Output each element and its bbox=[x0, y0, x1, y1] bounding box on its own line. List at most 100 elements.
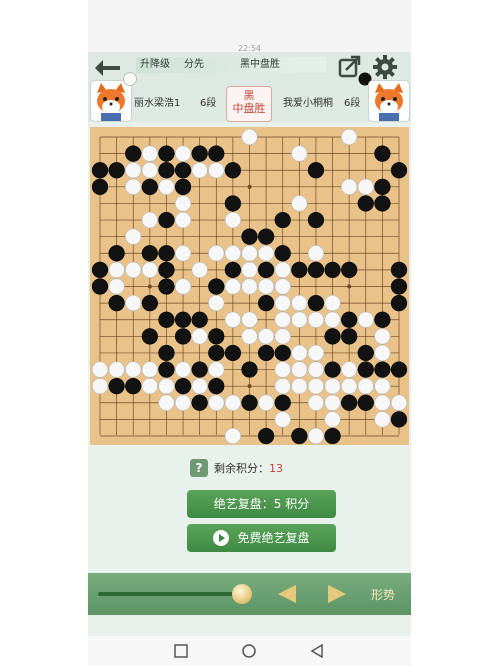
black-stone bbox=[141, 295, 158, 312]
white-stone bbox=[374, 344, 391, 362]
white-stone bbox=[374, 411, 391, 428]
status-bar: 22:54 bbox=[88, 0, 411, 53]
free-replay-button[interactable]: 免费绝艺复盘 bbox=[187, 524, 336, 552]
white-stone bbox=[125, 178, 142, 195]
white-stone bbox=[307, 394, 325, 411]
black-stone bbox=[324, 427, 341, 445]
white-stone bbox=[208, 295, 225, 312]
square-recent-icon[interactable] bbox=[174, 644, 188, 658]
black-stone bbox=[108, 162, 125, 179]
black-stone bbox=[357, 344, 374, 362]
black-stone bbox=[291, 427, 308, 445]
slider-knob-icon[interactable] bbox=[232, 584, 252, 604]
white-stone bbox=[141, 145, 158, 162]
white-stone bbox=[224, 311, 241, 328]
black-stone bbox=[258, 295, 275, 312]
black-stone bbox=[341, 394, 358, 411]
white-stone bbox=[324, 394, 341, 411]
black-stone bbox=[224, 162, 241, 179]
black-stone bbox=[291, 261, 308, 278]
black-stone bbox=[125, 145, 142, 162]
black-stone bbox=[208, 328, 225, 345]
black-stone bbox=[274, 245, 291, 262]
white-stone bbox=[241, 128, 258, 146]
move-slider-track[interactable] bbox=[98, 592, 238, 596]
white-stone bbox=[324, 311, 341, 328]
play-icon bbox=[213, 529, 230, 546]
black-stone bbox=[374, 361, 391, 378]
next-triangle-icon[interactable] bbox=[328, 585, 346, 603]
black-stone bbox=[158, 311, 175, 328]
black-stone bbox=[174, 378, 192, 395]
system-nav-bar bbox=[88, 636, 411, 666]
circle-home-icon[interactable] bbox=[242, 644, 256, 658]
white-stone bbox=[274, 378, 291, 395]
white-stone bbox=[390, 394, 408, 411]
white-stone bbox=[241, 328, 258, 345]
black-stone bbox=[341, 328, 358, 345]
board-canvas[interactable] bbox=[90, 127, 409, 445]
black-stone bbox=[241, 394, 258, 411]
black-stone bbox=[390, 162, 408, 179]
white-stone bbox=[291, 311, 308, 328]
avatar-left[interactable] bbox=[90, 80, 132, 122]
black-stone bbox=[258, 344, 275, 362]
star-point bbox=[247, 184, 252, 189]
black-stone bbox=[91, 278, 109, 295]
black-stone bbox=[108, 378, 125, 395]
star-point bbox=[347, 284, 352, 289]
prev-triangle-icon[interactable] bbox=[278, 585, 296, 603]
white-stone bbox=[291, 145, 308, 162]
white-stone bbox=[357, 311, 374, 328]
white-stone bbox=[208, 245, 225, 262]
trend-button[interactable]: 形势 bbox=[371, 586, 395, 603]
white-stone bbox=[208, 361, 225, 378]
black-stone bbox=[241, 361, 258, 378]
white-stone bbox=[258, 328, 275, 345]
right-player-name: 我爱小桐桐 bbox=[283, 98, 333, 109]
black-stone bbox=[224, 344, 241, 362]
black-stone bbox=[390, 278, 408, 295]
black-stone bbox=[224, 261, 241, 278]
back-arrow-icon[interactable] bbox=[94, 56, 122, 80]
white-stone bbox=[141, 378, 158, 395]
black-stone bbox=[158, 278, 175, 295]
black-stone bbox=[258, 228, 275, 245]
black-stone bbox=[307, 162, 325, 179]
white-stone bbox=[291, 378, 308, 395]
white-stone bbox=[307, 378, 325, 395]
avatar-right[interactable] bbox=[368, 80, 410, 122]
fox-avatar-icon bbox=[97, 83, 125, 121]
move-navigation-bar: 形势 bbox=[88, 573, 411, 615]
handicap-label: 分先 bbox=[184, 59, 204, 70]
points-label: 剩余积分： bbox=[214, 462, 269, 475]
black-stone bbox=[125, 378, 142, 395]
paid-replay-label: 绝艺复盘：5 积分 bbox=[213, 497, 310, 511]
black-stone bbox=[91, 178, 109, 195]
left-player-rank: 6段 bbox=[200, 98, 217, 109]
white-stone bbox=[324, 295, 341, 312]
white-stone bbox=[191, 162, 208, 179]
white-stone bbox=[258, 394, 275, 411]
white-stone bbox=[357, 178, 374, 195]
black-stone bbox=[208, 145, 225, 162]
black-stone bbox=[174, 328, 192, 345]
game-info-row: 升降级 分先 黑中盘胜 bbox=[136, 57, 326, 73]
paid-replay-button[interactable]: 绝艺复盘：5 积分 bbox=[187, 490, 336, 518]
white-stone bbox=[374, 378, 391, 395]
black-stone bbox=[274, 211, 291, 229]
triangle-back-icon[interactable] bbox=[310, 644, 324, 658]
go-board[interactable] bbox=[90, 127, 409, 445]
white-stone bbox=[291, 361, 308, 378]
white-stone bbox=[307, 311, 325, 328]
black-stone bbox=[191, 361, 208, 378]
result-stamp: 黑 中盘胜 bbox=[226, 86, 272, 122]
gear-icon[interactable] bbox=[372, 54, 398, 80]
help-icon[interactable]: ? bbox=[190, 459, 208, 477]
black-stone bbox=[158, 145, 175, 162]
black-stone bbox=[91, 162, 109, 179]
black-stone bbox=[141, 245, 158, 262]
black-stone bbox=[208, 278, 225, 295]
black-stone bbox=[158, 344, 175, 362]
white-stone bbox=[174, 195, 192, 212]
